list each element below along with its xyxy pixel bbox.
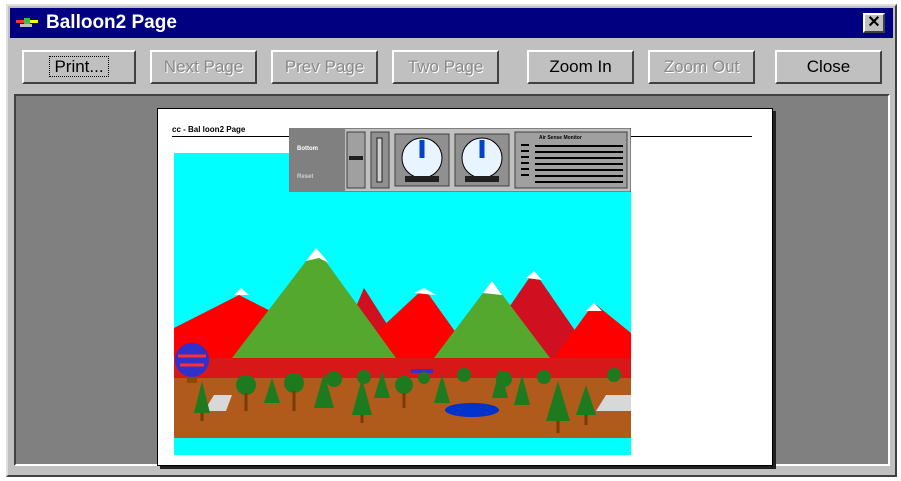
- instrument-panel: Bottom Reset Air Sense Monitor: [289, 128, 631, 192]
- title-bar[interactable]: Balloon2 Page ✕: [10, 8, 893, 38]
- toolbar: Print... Next Page Prev Page Two Page Zo…: [14, 50, 890, 86]
- panel-label-bottom: Reset: [297, 174, 313, 180]
- prev-page-button[interactable]: Prev Page: [271, 50, 378, 84]
- preview-area[interactable]: cc - Bal loon2 Page Bottom Reset Air Sen…: [14, 94, 890, 466]
- preview-page: cc - Bal loon2 Page Bottom Reset Air Sen…: [157, 108, 773, 466]
- print-button-label: Print...: [49, 56, 109, 77]
- window-title: Balloon2 Page: [46, 12, 177, 33]
- panel-label-top: Bottom: [297, 146, 318, 152]
- zoom-out-button[interactable]: Zoom Out: [648, 50, 755, 84]
- zoom-in-button[interactable]: Zoom In: [527, 50, 634, 84]
- close-button[interactable]: Close: [775, 50, 882, 84]
- two-page-button[interactable]: Two Page: [392, 50, 499, 84]
- page-header: cc - Bal loon2 Page: [172, 125, 246, 134]
- next-page-button[interactable]: Next Page: [150, 50, 257, 84]
- monitor-title: Air Sense Monitor: [539, 135, 582, 141]
- print-preview-window: Balloon2 Page ✕ Print... Next Page Prev …: [6, 4, 897, 477]
- balloon-scene-image: [174, 153, 631, 455]
- print-button[interactable]: Print...: [22, 50, 136, 84]
- close-icon[interactable]: ✕: [863, 13, 885, 33]
- app-icon: [16, 18, 38, 27]
